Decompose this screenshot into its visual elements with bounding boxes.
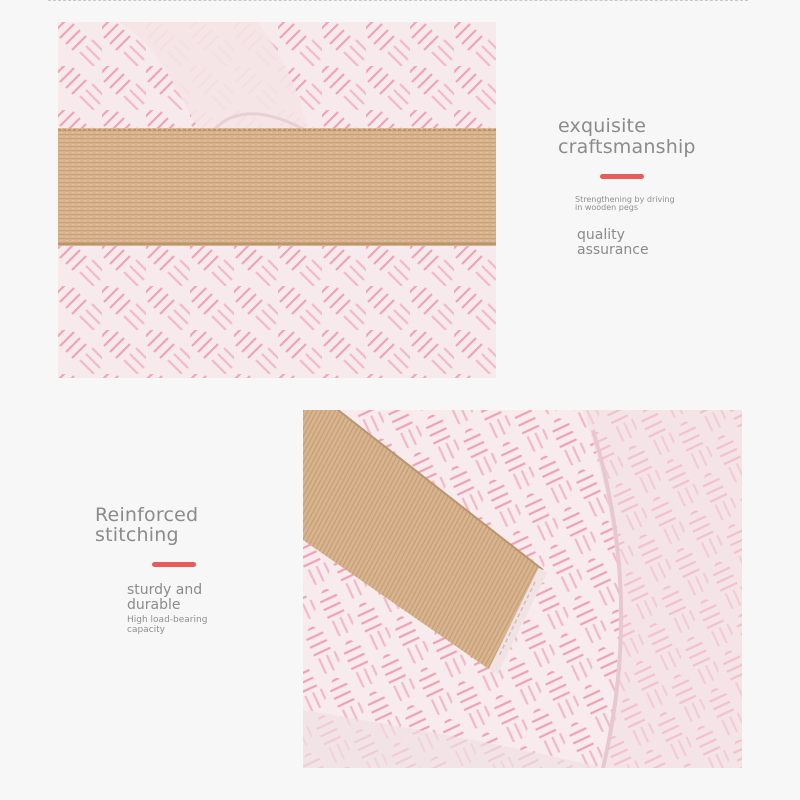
bag-strap-detail-photo bbox=[58, 22, 496, 378]
section1-sub-line2: assurance bbox=[577, 242, 649, 258]
section2-note-line2: capacity bbox=[127, 625, 165, 635]
section2-title-line1: Reinforced bbox=[95, 504, 199, 526]
top-divider bbox=[48, 0, 748, 2]
section1-accent-bar bbox=[600, 174, 644, 179]
section1-title-line1: exquisite bbox=[558, 115, 647, 137]
section2-note-line1: High load-bearing bbox=[127, 615, 208, 625]
section2-title-line2: stitching bbox=[95, 524, 179, 546]
section1-note-line2: in wooden pegs bbox=[575, 203, 639, 212]
section1-sub-line1: quality bbox=[577, 227, 625, 243]
bag-stitching-detail-photo bbox=[303, 410, 742, 768]
section2-accent-bar bbox=[152, 562, 196, 567]
section1-title-line2: craftsmanship bbox=[558, 136, 696, 158]
section2-sub-line1: sturdy and bbox=[127, 582, 203, 598]
section2-sub-line2: durable bbox=[127, 597, 181, 613]
